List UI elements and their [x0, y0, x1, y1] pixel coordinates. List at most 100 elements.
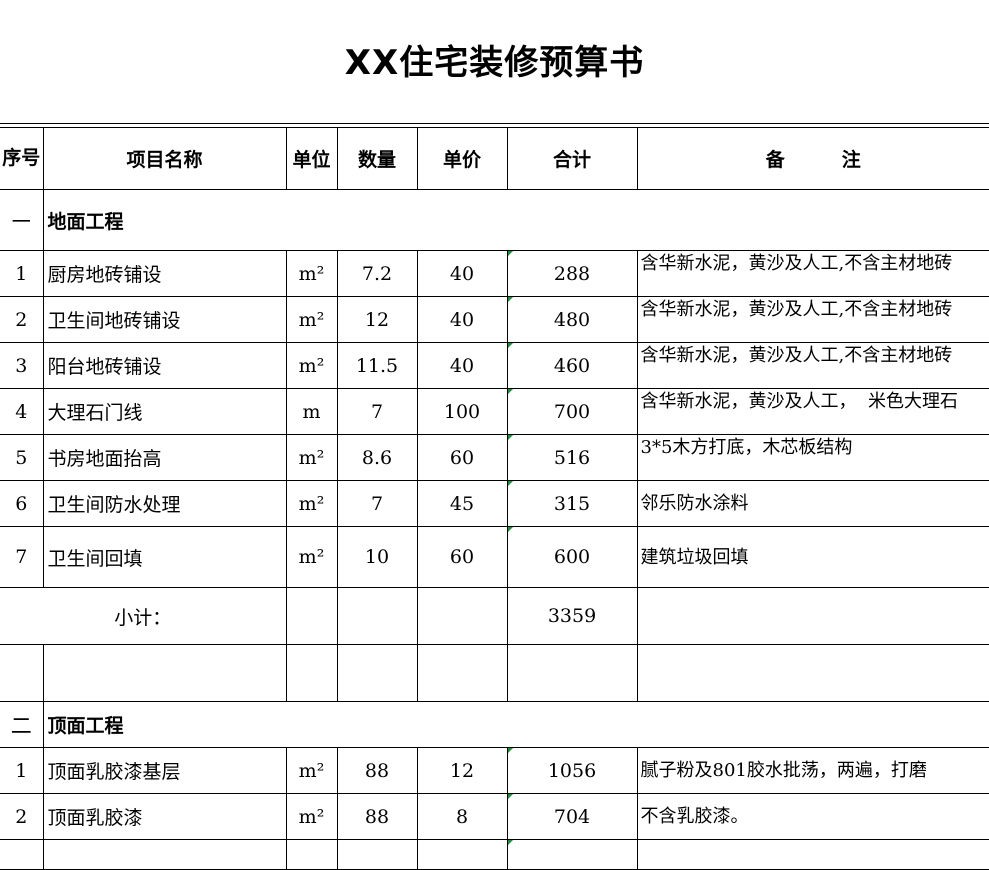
- cell-total[interactable]: 600: [506, 526, 638, 588]
- cell-empty[interactable]: [285, 587, 338, 645]
- cell-total[interactable]: 516: [506, 434, 638, 481]
- cell-empty[interactable]: [336, 644, 418, 702]
- cell-qty[interactable]: 10: [336, 526, 418, 588]
- cell-empty[interactable]: [636, 587, 989, 645]
- cell-note[interactable]: 不含乳胶漆。: [636, 793, 989, 840]
- cell-unit[interactable]: m²: [285, 480, 338, 527]
- table-row: 4 大理石门线 m 7 100 700 含华新水泥，黄沙及人工， 米色大理石: [0, 388, 989, 435]
- cell-seq[interactable]: 1: [0, 747, 44, 794]
- cell-total-value: 288: [553, 262, 591, 285]
- cell-qty[interactable]: 88: [336, 793, 418, 840]
- cell-name[interactable]: 顶面乳胶漆: [42, 793, 287, 840]
- cell-unit[interactable]: m: [285, 388, 338, 435]
- cell-total[interactable]: 1056: [506, 747, 638, 794]
- cell-name[interactable]: 书房地面抬高: [42, 434, 287, 481]
- cell-name[interactable]: 卫生间防水处理: [42, 480, 287, 527]
- subtotal-value[interactable]: 3359: [506, 587, 638, 645]
- cell-note[interactable]: 邻乐防水涂料: [636, 480, 989, 527]
- cell-qty[interactable]: 12: [336, 296, 418, 343]
- cell-empty[interactable]: [42, 644, 287, 702]
- cell-seq[interactable]: 6: [0, 480, 44, 527]
- subtotal-label[interactable]: 小计：: [0, 587, 287, 645]
- col-header-name[interactable]: 项目名称: [42, 127, 287, 190]
- cell-qty[interactable]: 7.2: [336, 250, 418, 297]
- cell-name[interactable]: 顶面乳胶漆基层: [42, 747, 287, 794]
- section-title[interactable]: 地面工程: [42, 189, 989, 251]
- formula-marker-icon: [508, 435, 513, 440]
- cell-qty[interactable]: 7: [336, 480, 418, 527]
- col-header-seq[interactable]: 序号: [0, 127, 44, 190]
- cell-note[interactable]: 3*5木方打底，木芯板结构: [636, 434, 989, 481]
- col-header-qty[interactable]: 数量: [336, 127, 418, 190]
- cell-note[interactable]: 含华新水泥，黄沙及人工， 米色大理石: [636, 388, 989, 435]
- cell-name[interactable]: 卫生间回填: [42, 526, 287, 588]
- cell-qty[interactable]: 88: [336, 747, 418, 794]
- cell-note[interactable]: 腻子粉及801胶水批荡，两遍，打磨: [636, 747, 989, 794]
- cell-seq[interactable]: 1: [0, 250, 44, 297]
- section-title[interactable]: 顶面工程: [42, 701, 989, 748]
- section-number[interactable]: 一: [0, 189, 44, 251]
- table-row: 2 卫生间地砖铺设 m² 12 40 480 含华新水泥，黄沙及人工,不含主材地…: [0, 296, 989, 343]
- formula-marker-icon: [508, 481, 513, 486]
- cell-total[interactable]: 700: [506, 388, 638, 435]
- cell-price[interactable]: 60: [416, 526, 508, 588]
- cell-unit[interactable]: m²: [285, 250, 338, 297]
- table-row: 2 顶面乳胶漆 m² 88 8 704 不含乳胶漆。: [0, 793, 989, 840]
- cell-unit[interactable]: m²: [285, 747, 338, 794]
- cell-seq[interactable]: 4: [0, 388, 44, 435]
- cell-qty[interactable]: 7: [336, 388, 418, 435]
- col-header-total[interactable]: 合计: [506, 127, 638, 190]
- cell-empty[interactable]: [0, 644, 44, 702]
- cell-unit[interactable]: m²: [285, 342, 338, 389]
- col-header-price[interactable]: 单价: [416, 127, 508, 190]
- section-row: 一 地面工程: [0, 189, 989, 251]
- cell-note[interactable]: 含华新水泥，黄沙及人工,不含主材地砖: [636, 342, 989, 389]
- cell-empty[interactable]: [416, 644, 508, 702]
- cell-seq[interactable]: 3: [0, 342, 44, 389]
- cell-unit[interactable]: m²: [285, 434, 338, 481]
- cell-price[interactable]: 40: [416, 250, 508, 297]
- cell-seq[interactable]: 2: [0, 296, 44, 343]
- cell-total[interactable]: 315: [506, 480, 638, 527]
- subtotal-row: 小计： 3359: [0, 587, 989, 645]
- cell-name[interactable]: 阳台地砖铺设: [42, 342, 287, 389]
- table-row: 5 书房地面抬高 m² 8.6 60 516 3*5木方打底，木芯板结构: [0, 434, 989, 481]
- cell-unit[interactable]: m²: [285, 526, 338, 588]
- cell-name[interactable]: 厨房地砖铺设: [42, 250, 287, 297]
- formula-marker-icon: [508, 840, 513, 845]
- cell-empty[interactable]: [285, 644, 338, 702]
- cell-total[interactable]: 460: [506, 342, 638, 389]
- cell-seq[interactable]: 5: [0, 434, 44, 481]
- cell-price[interactable]: 12: [416, 747, 508, 794]
- cell-price[interactable]: 100: [416, 388, 508, 435]
- cell-empty[interactable]: [636, 644, 989, 702]
- cell-price[interactable]: 40: [416, 342, 508, 389]
- cell-unit[interactable]: m²: [285, 793, 338, 840]
- cell-name[interactable]: 大理石门线: [42, 388, 287, 435]
- cell-seq[interactable]: 7: [0, 526, 44, 588]
- cell-name[interactable]: 卫生间地砖铺设: [42, 296, 287, 343]
- col-header-unit[interactable]: 单位: [285, 127, 338, 190]
- col-header-note[interactable]: 备 注: [636, 127, 989, 190]
- cell-total[interactable]: 480: [506, 296, 638, 343]
- section-number[interactable]: 二: [0, 701, 44, 748]
- cell-empty[interactable]: [416, 587, 508, 645]
- cell-note[interactable]: 含华新水泥，黄沙及人工,不含主材地砖: [636, 250, 989, 297]
- formula-marker-icon: [508, 794, 513, 799]
- cell-empty[interactable]: [506, 644, 638, 702]
- cell-price[interactable]: 40: [416, 296, 508, 343]
- cell-total[interactable]: 704: [506, 793, 638, 840]
- blank-row: [0, 644, 989, 702]
- formula-marker-icon: [508, 343, 513, 348]
- cell-unit[interactable]: m²: [285, 296, 338, 343]
- cell-total[interactable]: 288: [506, 250, 638, 297]
- cell-seq[interactable]: 2: [0, 793, 44, 840]
- cell-price[interactable]: 45: [416, 480, 508, 527]
- cell-note[interactable]: 含华新水泥，黄沙及人工,不含主材地砖: [636, 296, 989, 343]
- cell-price[interactable]: 8: [416, 793, 508, 840]
- cell-note[interactable]: 建筑垃圾回填: [636, 526, 989, 588]
- cell-qty[interactable]: 8.6: [336, 434, 418, 481]
- cell-empty[interactable]: [336, 587, 418, 645]
- cell-qty[interactable]: 11.5: [336, 342, 418, 389]
- cell-price[interactable]: 60: [416, 434, 508, 481]
